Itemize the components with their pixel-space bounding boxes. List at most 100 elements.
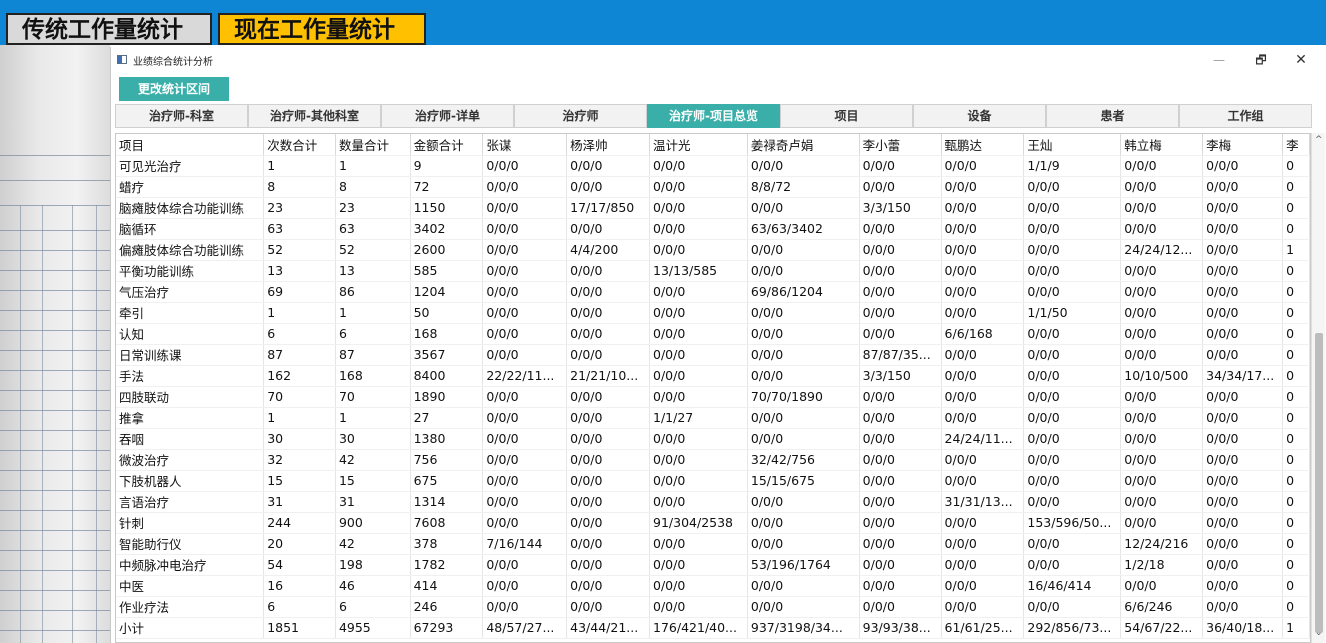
table-cell: 0/0/0: [482, 470, 568, 492]
table-cell: 0/0/0: [859, 407, 942, 429]
table-cell: 0/0/0: [566, 428, 651, 450]
table-cell: 15: [263, 470, 336, 492]
table-row[interactable]: 四肢联动 70 70 1890 0/0/0 0/0/0 0/0/0 70/70/1890 0/0…: [116, 386, 1310, 408]
scroll-thumb[interactable]: [1315, 333, 1323, 633]
table-cell: 0/0/0: [1023, 428, 1122, 450]
table-row[interactable]: 言语治疗 31 31 1314 0/0/0 0/0/0 0/0/0 0/0/0 0/0/0 31/…: [116, 491, 1310, 513]
column-header[interactable]: 张谋: [482, 134, 568, 156]
tab-2[interactable]: 治疗师-详单: [381, 104, 514, 128]
table-cell: 0/0/0: [1120, 218, 1204, 240]
tab-7[interactable]: 患者: [1046, 104, 1179, 128]
column-header[interactable]: 韩立梅: [1120, 134, 1204, 156]
vertical-scrollbar[interactable]: ^ ⌄: [1311, 133, 1325, 643]
table-cell: 10/10/500: [1120, 365, 1204, 387]
column-header[interactable]: 李小蕾: [859, 134, 942, 156]
table-cell: 0/0/0: [649, 281, 748, 303]
table-cell: 414: [410, 575, 484, 597]
table-row[interactable]: 日常训练课 87 87 3567 0/0/0 0/0/0 0/0/0 0/0/0 87/87/3…: [116, 344, 1310, 366]
table-row[interactable]: 偏瘫肢体综合功能训练 52 52 2600 0/0/0 4/4/200 0/0/0 0/0/0…: [116, 239, 1310, 261]
table-cell: 0/0/0: [649, 302, 748, 324]
column-header[interactable]: 金额合计: [410, 134, 484, 156]
tab-0[interactable]: 治疗师-科室: [115, 104, 248, 128]
table-row[interactable]: 平衡功能训练 13 13 585 0/0/0 0/0/0 13/13/585 0/0/0 0/0…: [116, 260, 1310, 282]
table-cell: 吞咽: [116, 428, 265, 450]
table-row[interactable]: 微波治疗 32 42 756 0/0/0 0/0/0 0/0/0 32/42/756 0/0/0…: [116, 449, 1310, 471]
restore-button[interactable]: 🗗: [1247, 51, 1275, 69]
column-header[interactable]: 甄鹏达: [941, 134, 1025, 156]
table-cell: 0/0/0: [482, 197, 568, 219]
table-cell: 0/0/0: [941, 239, 1025, 261]
column-header[interactable]: 姜禄奇卢娟: [747, 134, 860, 156]
table-row[interactable]: 手法 162 168 8400 22/22/11... 21/21/10... 0/0/0 0…: [116, 365, 1310, 387]
table-cell: 0/0/0: [1120, 512, 1204, 534]
table-cell: 0/0/0: [482, 449, 568, 471]
table-cell: 0/0/0: [566, 407, 651, 429]
table-cell: 900: [335, 512, 411, 534]
tab-5[interactable]: 项目: [780, 104, 913, 128]
change-range-button[interactable]: 更改统计区间: [119, 77, 229, 101]
table-cell: 246: [410, 596, 484, 618]
column-header[interactable]: 李: [1282, 134, 1310, 156]
column-header[interactable]: 杨泽帅: [566, 134, 651, 156]
table-row[interactable]: 蜡疗 8 8 72 0/0/0 0/0/0 0/0/0 8/8/72 0/0/0 0/0/0 0/0…: [116, 176, 1310, 198]
table-cell: 8/8/72: [747, 176, 860, 198]
column-header[interactable]: 项目: [116, 134, 265, 156]
tab-6[interactable]: 设备: [913, 104, 1046, 128]
table-row[interactable]: 智能助行仪 20 42 378 7/16/144 0/0/0 0/0/0 0/0/0 0/0/0…: [116, 533, 1310, 555]
table-cell: 0/0/0: [1023, 449, 1122, 471]
table-cell: 0/0/0: [566, 596, 651, 618]
table-row[interactable]: 气压治疗 69 86 1204 0/0/0 0/0/0 0/0/0 69/86/1204 0/0…: [116, 281, 1310, 303]
table-cell: 13/13/585: [649, 260, 748, 282]
close-button[interactable]: ✕: [1287, 51, 1315, 69]
table-row[interactable]: 牵引 1 1 50 0/0/0 0/0/0 0/0/0 0/0/0 0/0/0 0/0/0 1/1/…: [116, 302, 1310, 324]
table-cell: 0/0/0: [1202, 260, 1284, 282]
scroll-down-icon[interactable]: ⌄: [1315, 628, 1323, 638]
table-row[interactable]: 可见光治疗 1 1 9 0/0/0 0/0/0 0/0/0 0/0/0 0/0/0 0/0/0 1/…: [116, 155, 1310, 177]
table-row[interactable]: 认知 6 6 168 0/0/0 0/0/0 0/0/0 0/0/0 0/0/0 6/6/168 0…: [116, 323, 1310, 345]
table-cell: 0/0/0: [1023, 407, 1122, 429]
column-header[interactable]: 王灿: [1023, 134, 1122, 156]
table-row[interactable]: 脑循环 63 63 3402 0/0/0 0/0/0 0/0/0 63/63/3402 0/0/…: [116, 218, 1310, 240]
table-cell: 0/0/0: [941, 449, 1025, 471]
table-cell: 0: [1282, 197, 1310, 219]
table-cell: 6: [335, 596, 411, 618]
table-cell: 27: [410, 407, 484, 429]
column-header[interactable]: 数量合计: [335, 134, 411, 156]
table-row[interactable]: 中频脉冲电治疗 54 198 1782 0/0/0 0/0/0 0/0/0 53/196/17…: [116, 554, 1310, 576]
table-cell: 0: [1282, 218, 1310, 240]
column-header[interactable]: 次数合计: [263, 134, 336, 156]
table-cell: 0/0/0: [1023, 197, 1122, 219]
table-row[interactable]: 中医 16 46 414 0/0/0 0/0/0 0/0/0 0/0/0 0/0/0 0/0/0 1…: [116, 575, 1310, 597]
table-cell: 31: [335, 491, 411, 513]
table-cell: 8: [335, 176, 411, 198]
table-row[interactable]: 小计 1851 4955 67293 48/57/27... 43/44/21... 176…: [116, 617, 1310, 639]
table-cell: 24/24/11...: [941, 428, 1025, 450]
table-cell: 智能助行仪: [116, 533, 265, 555]
app-icon: [117, 55, 127, 64]
table-row[interactable]: 作业疗法 6 6 246 0/0/0 0/0/0 0/0/0 0/0/0 0/0/0 0/0/0 0…: [116, 596, 1310, 618]
table-cell: 0/0/0: [649, 428, 748, 450]
table-cell: 30: [263, 428, 336, 450]
table-row[interactable]: 推拿 1 1 27 0/0/0 0/0/0 1/1/27 0/0/0 0/0/0 0/0/0 0/0…: [116, 407, 1310, 429]
table-cell: 0/0/0: [859, 596, 942, 618]
table-row[interactable]: 下肢机器人 15 15 675 0/0/0 0/0/0 0/0/0 15/15/675 0/0/…: [116, 470, 1310, 492]
scroll-up-icon[interactable]: ^: [1315, 135, 1323, 145]
minimize-button[interactable]: —: [1205, 51, 1233, 69]
tab-8[interactable]: 工作组: [1179, 104, 1312, 128]
tab-3[interactable]: 治疗师: [514, 104, 647, 128]
table-cell: 42: [335, 449, 411, 471]
column-header[interactable]: 李梅: [1202, 134, 1284, 156]
table-cell: 31: [263, 491, 336, 513]
table-row[interactable]: 针刺 244 900 7608 0/0/0 0/0/0 91/304/2538 0/0/0 0/…: [116, 512, 1310, 534]
table-cell: 0/0/0: [747, 407, 860, 429]
data-grid: 项目 次数合计 数量合计 金额合计 张谋 杨泽帅 温计光 姜禄奇卢娟 李小蕾 甄鹏达 王灿 韩立梅 李梅…: [115, 133, 1311, 643]
tab-4[interactable]: 治疗师-项目总览: [647, 104, 780, 128]
table-cell: 0/0/0: [1202, 449, 1284, 471]
table-cell: 0/0/0: [1120, 281, 1204, 303]
table-row[interactable]: 脑瘫肢体综合功能训练 23 23 1150 0/0/0 17/17/850 0/0/0 0/0…: [116, 197, 1310, 219]
column-header[interactable]: 温计光: [649, 134, 748, 156]
tab-1[interactable]: 治疗师-其他科室: [248, 104, 381, 128]
table-cell: 54/67/22...: [1120, 617, 1204, 639]
table-cell: 0/0/0: [859, 386, 942, 408]
table-row[interactable]: 吞咽 30 30 1380 0/0/0 0/0/0 0/0/0 0/0/0 0/0/0 24/24…: [116, 428, 1310, 450]
